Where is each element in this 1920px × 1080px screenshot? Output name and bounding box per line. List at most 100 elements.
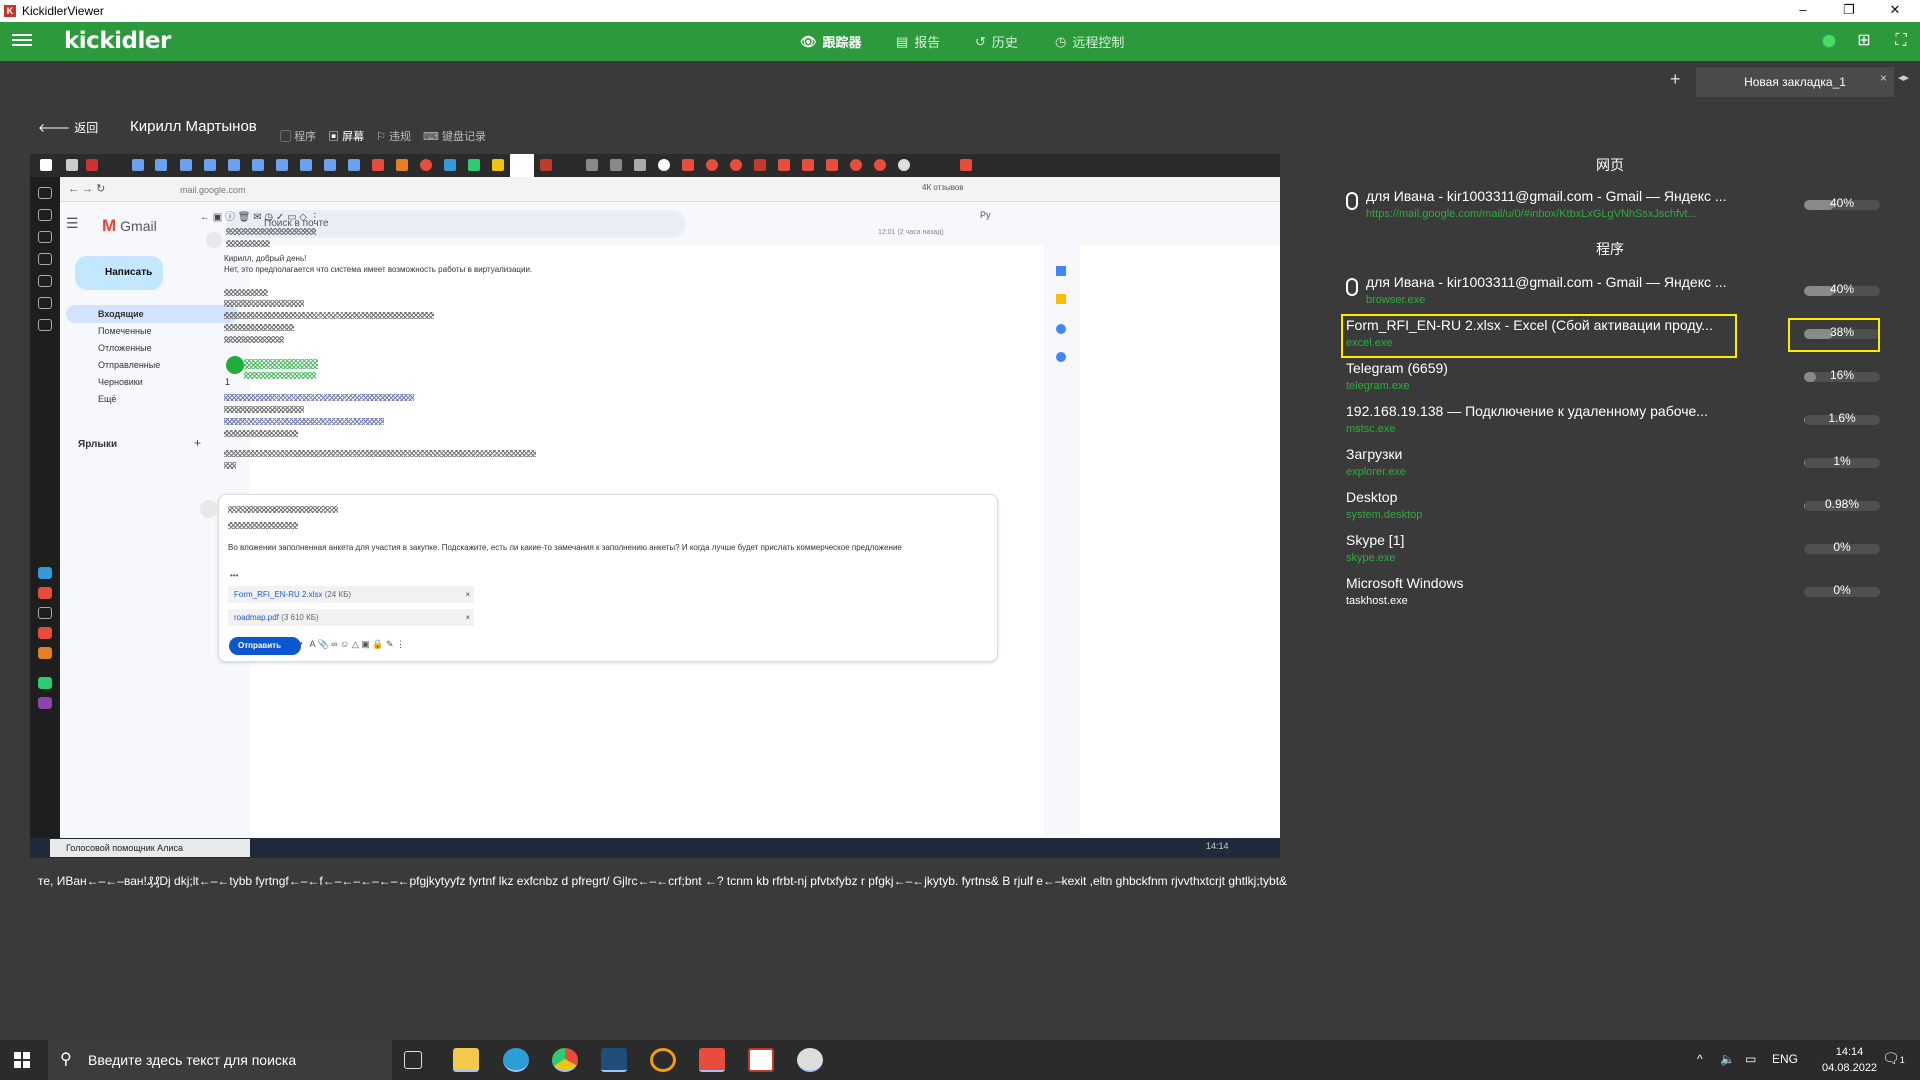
compose-toolbar-icons: ▾ A 📎 ∞ ☺ △ ▣ 🔒 ✎ ⋮ [298, 639, 406, 649]
row-process: browser.exe [1366, 294, 1426, 306]
view-mode-switch: ▢ 程序 ▣ 屏幕 ⚐ 违规 ⌨ 键盘记录 [280, 128, 486, 144]
hamburger-menu-icon[interactable] [12, 31, 32, 51]
redacted-text [224, 289, 268, 296]
row-title: Загрузки [1346, 446, 1403, 462]
mouse-icon [1346, 278, 1358, 296]
window-titlebar: K KickidlerViewer – ❐ ✕ [0, 0, 1920, 22]
search-icon: ⚲ [60, 1051, 72, 1068]
program-row[interactable]: для Ивана - kir1003311@gmail.com - Gmail… [1340, 270, 1888, 312]
taskbar-search-input[interactable]: ⚲ Введите здесь текст для поиска [48, 1040, 392, 1080]
nav-remote-control[interactable]: ◷ 远程控制 [1055, 32, 1124, 51]
file-explorer-icon[interactable] [453, 1048, 479, 1072]
nav-reports[interactable]: ▤ 报告 [896, 32, 940, 51]
row-title: для Ивана - kir1003311@gmail.com - Gmail… [1366, 274, 1727, 290]
trimmed-content-dots: ••• [230, 571, 239, 580]
remote-taskbar: Голосовой помощник Алиса 14:14 [30, 838, 1280, 858]
remote-browser-sidebar [30, 177, 60, 858]
network-icon[interactable]: ▭ [1745, 1052, 1756, 1066]
add-tab-button[interactable]: + [1670, 69, 1681, 90]
mode-programs[interactable]: ▢ 程序 [280, 128, 316, 144]
redacted-text [224, 430, 298, 437]
nav-remote-control-label: 远程控制 [1072, 35, 1125, 50]
gmail-m-icon: M [102, 216, 117, 235]
programs-section-header: 程序 [1596, 241, 1624, 257]
mode-violations[interactable]: ⚐ 违规 [376, 128, 411, 144]
redacted-text [224, 406, 304, 413]
headset-app-icon[interactable] [650, 1048, 676, 1072]
app-bar: kickidler 👁 跟踪器 ▤ 报告 ↺ 历史 ◷ 远程控制 ⊞ ⛶ [0, 22, 1920, 61]
nav-history[interactable]: ↺ 历史 [975, 32, 1018, 51]
tab-new-bookmark[interactable]: Новая закладка_1 [1696, 67, 1894, 97]
row-process: system.desktop [1346, 509, 1423, 521]
row-title: Desktop [1346, 489, 1398, 505]
redacted-text [226, 228, 316, 235]
usage-percent: 40% [1829, 282, 1855, 296]
message-greeting: Кирилл, добрый день! [224, 254, 307, 263]
redacted-text [224, 394, 414, 401]
eye-icon: 👁 [800, 33, 817, 49]
row-title: для Ивана - kir1003311@gmail.com - Gmail… [1366, 188, 1727, 204]
web-section-header: 网页 [1596, 157, 1624, 173]
gmail-folder: Отложенные [98, 343, 152, 353]
gmail-labels-header: Ярлыки [78, 439, 118, 450]
web-activity-row[interactable]: для Ивана - kir1003311@gmail.com - Gmail… [1340, 184, 1888, 226]
close-button[interactable]: ✕ [1872, 0, 1918, 22]
nav-history-label: 历史 [991, 35, 1018, 50]
redacted-text [224, 450, 536, 457]
gmail-logo: M Gmail [102, 216, 157, 236]
redacted-text [224, 324, 294, 331]
kickidler-taskbar-icon[interactable] [748, 1048, 774, 1072]
add-window-icon[interactable]: ⊞ [1853, 30, 1875, 52]
input-language[interactable]: ENG [1772, 1052, 1798, 1066]
message-body: Нет, это предполагается что система имее… [224, 265, 533, 274]
close-tab-icon[interactable]: × [1880, 71, 1887, 85]
gmail-folder: Черновики 1 [98, 377, 230, 387]
nav-tracker[interactable]: 👁 跟踪器 [800, 32, 862, 51]
back-button[interactable]: 🡐 返回 [38, 117, 98, 137]
fullscreen-icon[interactable]: ⛶ [1890, 30, 1912, 52]
redacted-text [228, 522, 298, 529]
program-row[interactable]: Загрузки explorer.exe 1% [1340, 442, 1888, 484]
remote-screen-view[interactable]: ← → ↻ 4К отзывов mail.google.com ☰ M Gma… [30, 154, 1280, 858]
program-row[interactable]: Skype [1] skype.exe 0% [1340, 528, 1888, 570]
report-icon: ▤ [896, 33, 909, 49]
task-view-icon[interactable] [404, 1051, 422, 1069]
taskbar-clock[interactable]: 14:14 04.08.2022 [1822, 1044, 1877, 1076]
program-row[interactable]: 192.168.19.138 — Подключение к удаленном… [1340, 399, 1888, 441]
gmail-menu-icon: ☰ [66, 215, 79, 231]
mode-keylogger[interactable]: ⌨ 键盘记录 [423, 128, 486, 144]
mouse-icon [1346, 192, 1358, 210]
redacted-text [244, 372, 316, 379]
sender-avatar [206, 232, 222, 248]
redacted-text [244, 359, 318, 369]
gmail-folder: Входящие [66, 305, 238, 323]
windows-taskbar: ⚲ Введите здесь текст для поиска ^ 🔈 ▭ E… [0, 1040, 1920, 1080]
redacted-text [224, 300, 304, 307]
program-row[interactable]: Desktop system.desktop 0.98% [1340, 485, 1888, 527]
minimize-button[interactable]: – [1780, 0, 1826, 22]
telegram-icon[interactable] [503, 1048, 529, 1072]
volume-icon[interactable]: 🔈 [1720, 1052, 1735, 1066]
row-process: skype.exe [1346, 552, 1396, 564]
notifications-icon[interactable]: 🗨1 [1882, 1050, 1905, 1067]
highlight-box-title [1341, 314, 1737, 358]
program-row[interactable]: Microsoft Windows taskhost.exe 0% [1340, 571, 1888, 613]
windows-start-icon[interactable] [14, 1052, 30, 1068]
tab-scroll-arrows[interactable]: ◂▸ [1898, 71, 1909, 84]
tray-chevron-icon[interactable]: ^ [1697, 1052, 1703, 1066]
usage-percent: 0% [1833, 583, 1851, 597]
program-row[interactable]: Telegram (6659) telegram.exe 16% [1340, 356, 1888, 398]
row-title: Skype [1] [1346, 532, 1405, 548]
3cx-icon[interactable] [601, 1048, 627, 1072]
reply-compose-box [218, 494, 998, 662]
row-process: mstsc.exe [1346, 423, 1396, 435]
paint-icon[interactable] [797, 1048, 823, 1072]
anydesk-icon[interactable] [699, 1048, 725, 1072]
chrome-icon[interactable] [552, 1048, 578, 1072]
usage-percent: 40% [1829, 196, 1855, 210]
gmail-add-label-icon: + [194, 436, 202, 450]
restore-button[interactable]: ❐ [1826, 0, 1872, 22]
mode-screen[interactable]: ▣ 屏幕 [328, 128, 364, 144]
back-label: 返回 [74, 120, 99, 135]
usage-percent: 1% [1833, 454, 1851, 468]
